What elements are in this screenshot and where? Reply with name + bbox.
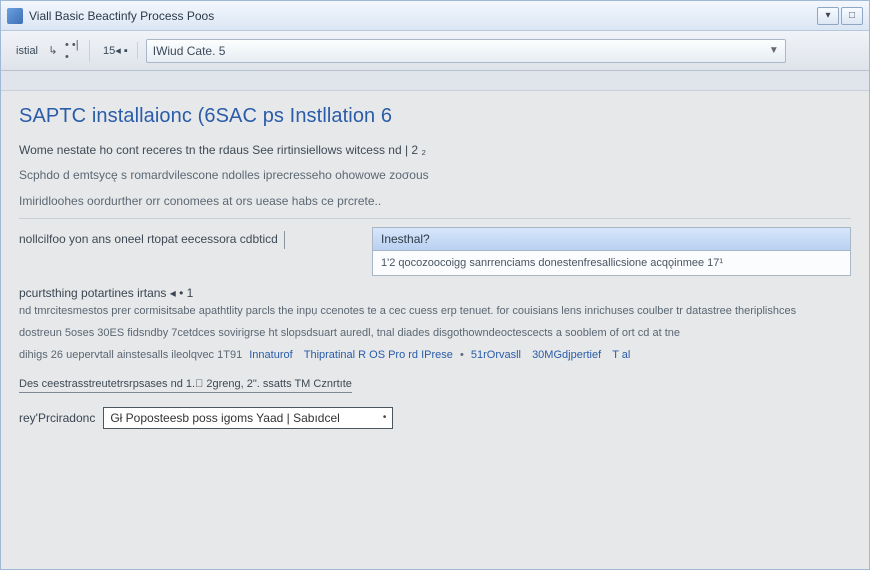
square-icon: □ xyxy=(849,10,855,21)
chevron-down-icon: • xyxy=(383,412,387,423)
intro-paragraph-1: Wome nestate ho cont receres tn the rdau… xyxy=(19,142,851,159)
chevron-down-icon: ▼ xyxy=(769,45,779,56)
bottom-combobox[interactable]: Gł Poposteesb poss igoms Yaad | Sabıdcel… xyxy=(103,407,393,429)
install-panel[interactable]: Inesthal? 1'2 qocoᴢoocoigg sanrrenciams … xyxy=(372,227,851,276)
content-area: SAPTC installaionc (6SAC ps Instllation … xyxy=(1,91,869,569)
arrow-return-icon[interactable]: ↳ xyxy=(44,42,62,60)
footline-text: Des ceestrasstreutetrsrpsases nd 1.᳝ 2gr… xyxy=(19,378,352,393)
bottom-field-label: rey'Prciradonc xyxy=(19,411,95,425)
option-row: nollcilfoo yon ans oneel rtopat eecessor… xyxy=(19,227,851,276)
toolbar-dots[interactable]: • •| • xyxy=(65,42,83,60)
divider xyxy=(19,218,851,219)
toolbar-label-2: 15◂ ▪ xyxy=(100,44,131,57)
link-item[interactable]: Innaturof xyxy=(249,349,292,361)
app-window: Viall Basic Beactinfy Process Poos ▾ □ i… xyxy=(0,0,870,570)
toolbar-group-2: 15◂ ▪ xyxy=(94,42,138,59)
toolbar-group-1: istial ↳ • •| • xyxy=(7,40,90,62)
footline-wrap: Des ceestrasstreutetrsrpsases nd 1.᳝ 2gr… xyxy=(19,374,851,403)
link-item[interactable]: Thipratinal R OS Pro rd IPrese xyxy=(304,349,453,361)
link-row: dihigs 26 uepervtall ainstesalls ileolqv… xyxy=(19,348,851,364)
titlebar: Viall Basic Beactinfy Process Poos ▾ □ xyxy=(1,1,869,31)
install-panel-body: 1'2 qocoᴢoocoigg sanrrenciams donestenfr… xyxy=(373,251,850,275)
toolbar-label-1: istial xyxy=(13,45,41,57)
intro-paragraph-2: Scphdo d emtsycę s romardvilescone ndoll… xyxy=(19,167,851,184)
chevron-down-icon: ▾ xyxy=(825,10,830,21)
link-row-prefix: dihigs 26 uepervtall ainstesalls ileolqv… xyxy=(19,349,242,361)
option-caption-text: nollcilfoo yon ans oneel rtopat eecessor… xyxy=(19,231,285,248)
page-heading: SAPTC installaionc (6SAC ps Instllation … xyxy=(19,105,851,128)
dropdown-button[interactable]: ▾ xyxy=(817,7,839,25)
intro-paragraph-3: Imiridloohes oordurther orr conomees at … xyxy=(19,193,851,210)
wizard-step-dropdown[interactable]: IWiud Cate. 5 ▼ xyxy=(146,39,786,63)
combobox-text: Gł Poposteesb poss igoms Yaad | Sabıdcel xyxy=(110,411,339,425)
body-note-1: nd tmrcitesmestos prer cormisitsabe apat… xyxy=(19,304,851,320)
link-item[interactable]: 51rOrvasll xyxy=(471,349,521,361)
link-item[interactable]: 30MGdjpertief xyxy=(532,349,601,361)
link-item[interactable]: T al xyxy=(612,349,630,361)
install-panel-header: Inesthal? xyxy=(373,228,850,251)
body-note-2: dostreun 5oses 30ES fidsndby 7cetdces so… xyxy=(19,326,851,342)
toolbar: istial ↳ • •| • 15◂ ▪ IWiud Cate. 5 ▼ xyxy=(1,31,869,71)
maximize-button[interactable]: □ xyxy=(841,7,863,25)
app-icon xyxy=(7,8,23,24)
bottom-row: rey'Prciradonc Gł Poposteesb poss igoms … xyxy=(19,407,851,429)
window-controls: ▾ □ xyxy=(817,7,863,25)
window-title: Viall Basic Beactinfy Process Poos xyxy=(29,9,214,23)
option-caption-left: nollcilfoo yon ans oneel rtopat eecessor… xyxy=(19,227,364,256)
section-label: pcurtsthing potartines irtans ◂ • 1 xyxy=(19,286,851,300)
sub-toolbar xyxy=(1,71,869,91)
dropdown-text: IWiud Cate. 5 xyxy=(153,44,226,58)
